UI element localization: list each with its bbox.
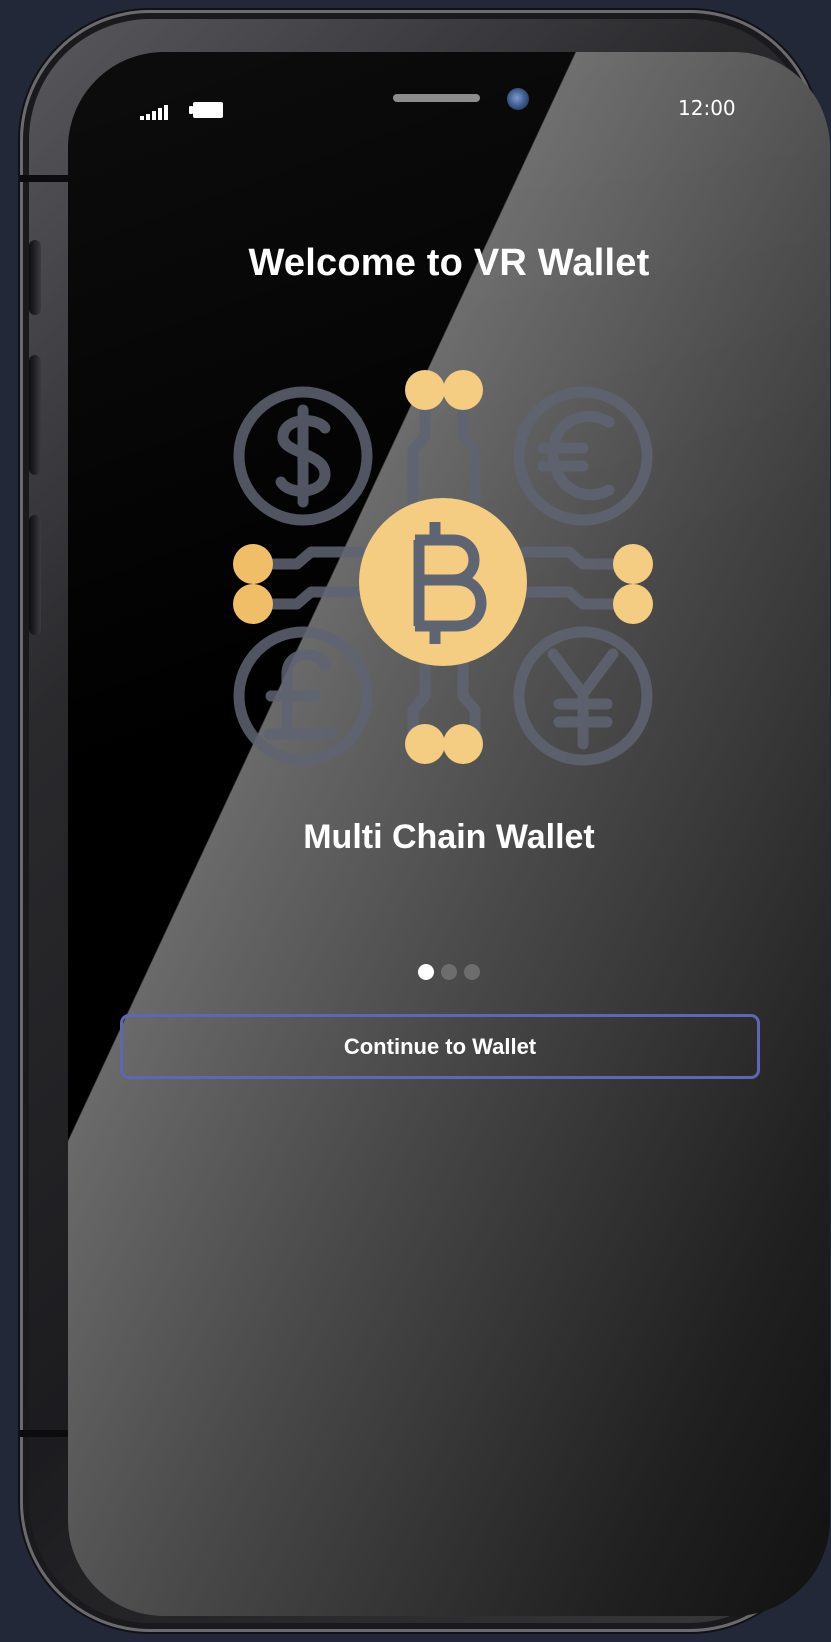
page-dot-2[interactable] <box>441 964 457 980</box>
phone-screen: 12:00 Welcome to VR Wallet Multi Chain W… <box>68 52 830 1616</box>
page-indicator[interactable] <box>68 964 830 980</box>
antenna-line <box>20 1430 68 1437</box>
volume-up-button <box>29 355 41 475</box>
page-title: Welcome to VR Wallet <box>248 242 650 284</box>
page-dot-1[interactable] <box>418 964 434 980</box>
battery-icon <box>189 102 223 118</box>
page-dot-3[interactable] <box>464 964 480 980</box>
euro-coin-icon <box>513 386 653 526</box>
phone-frame: 12:00 Welcome to VR Wallet Multi Chain W… <box>20 10 830 1632</box>
earpiece-speaker <box>393 94 480 102</box>
crypto-network-icon <box>233 370 653 766</box>
status-time: 12:00 <box>678 96 736 120</box>
antenna-line <box>20 175 68 182</box>
front-camera <box>507 88 529 110</box>
continue-to-wallet-button[interactable]: Continue to Wallet <box>120 1014 760 1079</box>
bitcoin-coin-icon <box>359 498 527 666</box>
mute-switch <box>29 240 41 315</box>
page-subtitle: Multi Chain Wallet <box>303 818 595 856</box>
volume-down-button <box>29 515 41 635</box>
cellular-signal-icon <box>140 105 168 120</box>
status-bar: 12:00 <box>68 52 830 172</box>
